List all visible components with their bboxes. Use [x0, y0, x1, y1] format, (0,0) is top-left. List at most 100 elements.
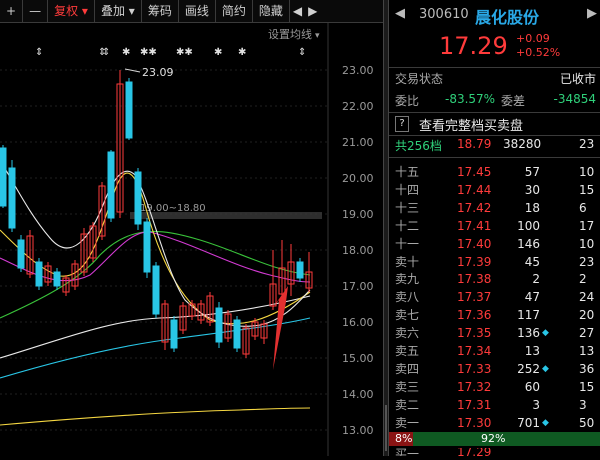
order-book-row[interactable]: 卖四 17.33 252 ◆ 36 — [389, 360, 600, 378]
order-level-extra: 2 — [579, 272, 587, 287]
order-level-extra: 36 — [579, 361, 595, 376]
simple-mode-button[interactable]: 简约 — [216, 0, 253, 22]
event-markers: ⇕ ⇕ ⇕ ✱ ✱✱ ✱✱ ✱ ✱ ⇕ — [35, 47, 306, 58]
price-tick: 16.00 — [342, 316, 374, 329]
order-book-row[interactable]: 十二 17.41 100 17 — [389, 217, 600, 235]
diamond-icon: ◆ — [542, 328, 549, 339]
price-tick: 17.00 — [342, 280, 374, 293]
zoom-in-button[interactable]: + — [0, 0, 24, 22]
order-book-row[interactable]: 卖二 17.31 3 3 — [389, 396, 600, 414]
kline-chart[interactable]: 设置均线 ▾ ⇕ ⇕ ⇕ ✱ ✱✱ ✱✱ ✱ ✱ ⇕ 19.00~18.80 2… — [0, 23, 383, 456]
overlay-dropdown[interactable]: 叠加 ▾ — [95, 0, 142, 22]
event-marker: ⇕ — [35, 47, 43, 58]
order-level-volume: 146 — [517, 236, 540, 251]
candle — [143, 221, 151, 273]
order-level-price: 17.39 — [457, 254, 492, 269]
order-level-volume: 60 — [524, 379, 540, 394]
draw-line-button[interactable]: 画线 — [179, 0, 216, 22]
zoom-out-button[interactable]: — — [23, 0, 49, 22]
order-level-price: 17.32 — [457, 379, 492, 394]
price-tick: 15.00 — [342, 352, 374, 365]
event-marker: ✱ — [122, 47, 130, 58]
next-stock-icon[interactable]: ▶ — [587, 6, 597, 21]
order-level-extra: 17 — [579, 218, 595, 233]
price-axis: 23.00 22.00 21.00 20.00 19.00 18.00 17.0… — [342, 64, 374, 437]
total-extra: 23 — [579, 137, 595, 151]
diamond-icon: ◆ — [542, 363, 549, 374]
order-level-extra: 27 — [579, 326, 595, 341]
order-book-row[interactable]: 十五 17.45 57 10 — [389, 163, 600, 181]
full-book-link[interactable]: 查看完整档买卖盘 — [419, 115, 523, 134]
event-marker: ✱✱ — [140, 47, 157, 58]
order-level-price: 17.36 — [457, 308, 492, 323]
order-level-extra: 15 — [579, 182, 595, 197]
candle — [152, 265, 160, 315]
order-level-label: 卖四 — [395, 361, 420, 376]
order-level-extra: 15 — [579, 379, 595, 394]
order-level-label: 十三 — [395, 200, 420, 215]
overlay-label: 叠加 — [100, 4, 125, 18]
candle — [170, 319, 178, 349]
order-level-extra: 50 — [579, 415, 595, 430]
candle — [125, 81, 133, 139]
diamond-icon: ◆ — [542, 417, 549, 428]
order-book-row[interactable]: 卖三 17.32 60 15 — [389, 378, 600, 396]
order-level-price: 17.41 — [457, 218, 492, 233]
trade-status-row: 交易状态 已收市 — [389, 70, 600, 88]
ma-settings-link[interactable]: 设置均线 — [268, 27, 312, 41]
candle — [134, 171, 142, 225]
event-marker: ⇕ — [102, 47, 110, 58]
next-arrow-icon[interactable]: ▶ — [305, 0, 320, 22]
help-icon[interactable]: ? — [395, 116, 409, 132]
order-level-volume: 117 — [517, 308, 540, 323]
order-book-row[interactable]: 卖七 17.36 117 20 — [389, 306, 600, 324]
order-book-row[interactable]: 卖十 17.39 45 23 — [389, 253, 600, 271]
order-book-row[interactable]: 卖八 17.37 47 24 — [389, 288, 600, 306]
quote-panel: ◀ 300610 晨化股份 ▶ 17.29 +0.09 +0.52% 交易状态 … — [389, 0, 600, 456]
order-book-row[interactable]: 卖六 17.35 136 ◆ 27 — [389, 324, 600, 342]
order-level-label: 卖八 — [395, 290, 420, 305]
price-tick: 13.00 — [342, 424, 374, 437]
order-level-price: 17.44 — [457, 182, 492, 197]
order-book-row[interactable]: 卖九 17.38 2 2 — [389, 270, 600, 288]
order-level-label: 十二 — [395, 218, 420, 233]
price-tick: 19.00 — [342, 208, 374, 221]
candle — [107, 151, 115, 219]
grid-lines — [0, 23, 329, 456]
order-level-label: 卖一 — [395, 415, 420, 430]
candle — [17, 239, 25, 269]
hide-button[interactable]: 隐藏 — [253, 0, 290, 22]
order-level-price: 17.40 — [457, 236, 492, 251]
order-level-extra: 24 — [579, 290, 595, 305]
order-book-row[interactable]: 十一 17.40 146 10 — [389, 235, 600, 253]
chips-button[interactable]: 筹码 — [142, 0, 179, 22]
adjust-price-dropdown[interactable]: 复权 ▾ — [48, 0, 95, 22]
candle — [8, 167, 16, 229]
order-level-extra: 13 — [579, 344, 595, 358]
order-level-volume: 100 — [517, 218, 540, 233]
peak-price-label: 23.09 — [142, 66, 174, 79]
full-book-row[interactable]: ? 查看完整档买卖盘 — [389, 115, 600, 134]
order-level-price: 17.34 — [457, 344, 492, 358]
order-book-row[interactable]: 卖五 17.34 13 13 — [389, 342, 600, 360]
total-levels-label: 共256档 — [395, 139, 442, 153]
adjust-price-label: 复权 — [54, 4, 79, 18]
event-marker: ✱ — [214, 47, 222, 58]
order-level-price: 17.37 — [457, 290, 492, 305]
prev-arrow-icon[interactable]: ◀ — [290, 0, 305, 22]
order-level-price: 17.33 — [457, 361, 492, 376]
chevron-down-icon: ▾ — [315, 31, 320, 41]
order-level-label: 十四 — [395, 182, 420, 197]
order-book-row[interactable]: 卖一 17.30 701 ◆ 50 — [389, 414, 600, 432]
order-level-label: 卖六 — [395, 326, 420, 341]
candle — [53, 271, 61, 287]
scroll-thumb[interactable] — [385, 405, 387, 451]
price-tick: 22.00 — [342, 100, 374, 113]
order-book-row[interactable]: 十四 17.44 30 15 — [389, 181, 600, 199]
order-book-row[interactable]: 十三 17.42 18 6 — [389, 199, 600, 217]
order-level-volume: 2 — [532, 272, 540, 287]
weibi-label: 委比 — [395, 94, 420, 108]
trade-status-value: 已收市 — [559, 72, 596, 86]
prev-stock-icon[interactable]: ◀ — [395, 6, 405, 21]
order-level-volume: 47 — [524, 290, 540, 305]
